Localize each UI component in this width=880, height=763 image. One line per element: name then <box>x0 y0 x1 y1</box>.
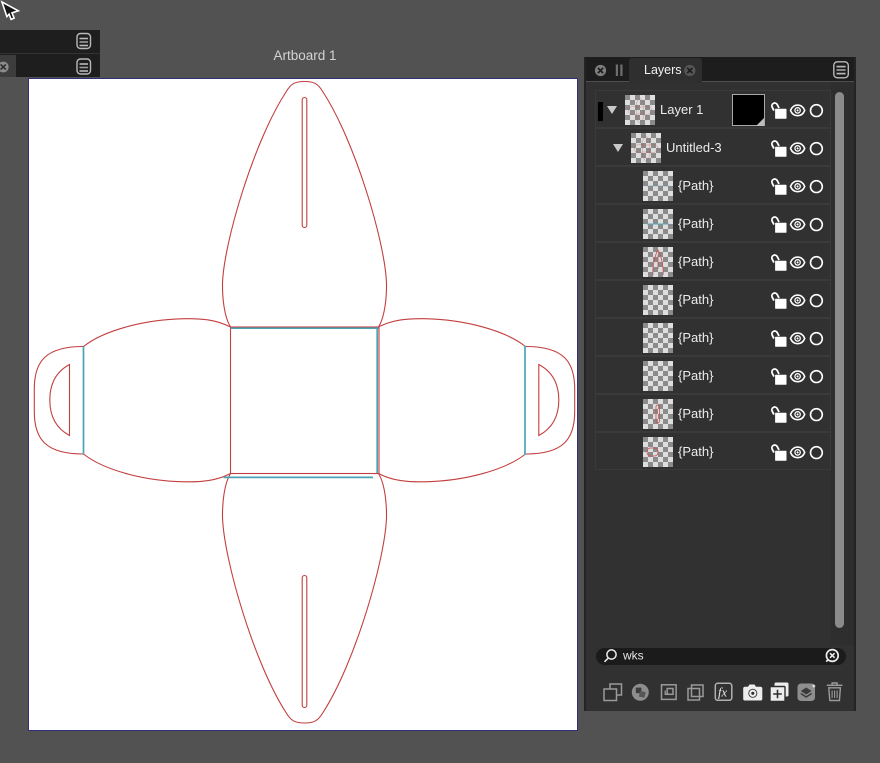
svg-text:wks: wks <box>622 649 644 663</box>
svg-text:fx: fx <box>718 686 727 700</box>
